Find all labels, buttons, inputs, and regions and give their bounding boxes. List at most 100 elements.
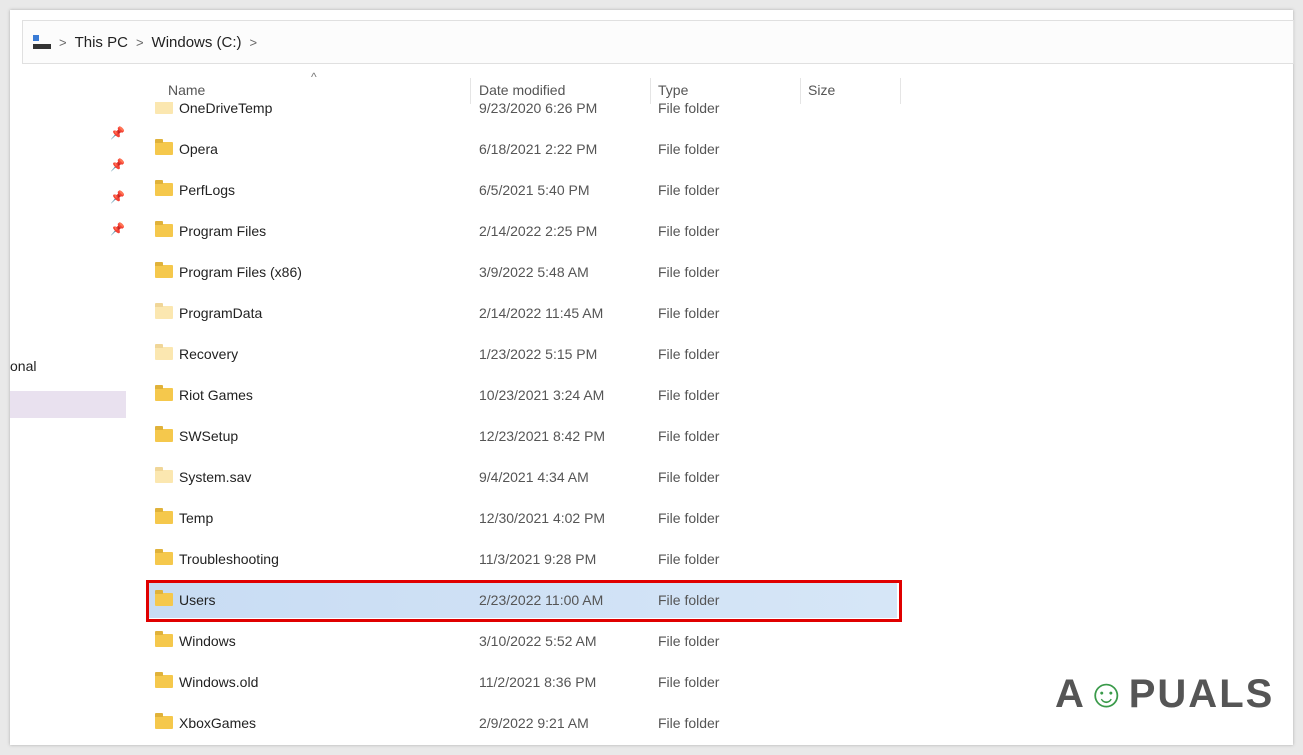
file-type: File folder [658,141,720,157]
folder-icon [155,344,173,360]
folder-icon [155,180,173,196]
highlight-box [146,580,902,622]
nav-item-partial[interactable]: onal [10,358,36,374]
folder-icon [155,262,173,278]
folder-icon [155,221,173,237]
file-name: XboxGames [179,715,257,731]
file-date: 12/30/2021 4:02 PM [479,510,606,526]
file-date: 11/2/2021 8:36 PM [479,674,597,690]
file-name: OneDriveTemp [179,102,273,116]
file-type: File folder [658,264,720,280]
chevron-right-icon: > [135,34,144,50]
file-row[interactable]: Windows.old 11/2/2021 8:36 PM File folde… [147,664,897,700]
file-row[interactable]: Troubleshooting 11/3/2021 9:28 PM File f… [147,541,897,577]
pin-icon: 📌 [110,158,125,172]
file-name: Program Files (x86) [179,264,302,280]
chevron-right-icon: > [59,34,67,50]
file-name: Troubleshooting [179,551,279,567]
file-name: Windows [179,633,236,649]
file-row[interactable]: Program Files (x86) 3/9/2022 5:48 AM Fil… [147,254,897,290]
folder-icon [155,713,173,729]
file-row[interactable]: Opera 6/18/2021 2:22 PM File folder [147,131,897,167]
file-row[interactable]: Temp 12/30/2021 4:02 PM File folder [147,500,897,536]
folder-icon [155,426,173,442]
file-date: 2/9/2022 9:21 AM [479,715,589,731]
file-type: File folder [658,346,720,362]
file-date: 2/14/2022 11:45 AM [479,305,604,321]
address-bar[interactable]: > This PC > Windows (C:) > [22,20,1294,64]
file-type: File folder [658,387,720,403]
file-date: 3/10/2022 5:52 AM [479,633,597,649]
folder-icon [155,385,173,401]
file-row[interactable]: SWSetup 12/23/2021 8:42 PM File folder [147,418,897,454]
file-date: 6/18/2021 2:22 PM [479,141,598,157]
file-name: PerfLogs [179,182,236,198]
file-type: File folder [658,715,720,731]
column-divider[interactable] [650,78,651,104]
file-row[interactable]: ProgramData 2/14/2022 11:45 AM File fold… [147,295,897,331]
sort-ascending-icon: ^ [311,70,317,84]
file-type: File folder [658,469,720,485]
file-name: SWSetup [179,428,239,444]
nav-item-selected[interactable] [10,391,126,418]
breadcrumb-this-pc[interactable]: This PC [75,34,128,51]
folder-icon [155,303,173,319]
file-name: Windows.old [179,674,259,690]
column-header-size[interactable]: Size [808,82,835,102]
pin-icon: 📌 [110,222,125,236]
file-date: 12/23/2021 8:42 PM [479,428,606,444]
file-date: 9/23/2020 6:26 PM [479,102,598,116]
folder-icon [155,102,173,114]
file-name: ProgramData [179,305,263,321]
pin-icon: 📌 [110,190,125,204]
file-type: File folder [658,551,720,567]
file-type: File folder [658,674,720,690]
column-header-name[interactable]: Name [168,82,205,102]
file-list: OneDriveTemp 9/23/2020 6:26 PM File fold… [140,102,1040,742]
file-row[interactable]: Riot Games 10/23/2021 3:24 AM File folde… [147,377,897,413]
file-type: File folder [658,182,720,198]
folder-icon [155,508,173,524]
file-row[interactable]: Windows 3/10/2022 5:52 AM File folder [147,623,897,659]
file-row[interactable]: PerfLogs 6/5/2021 5:40 PM File folder [147,172,897,208]
file-date: 2/14/2022 2:25 PM [479,223,598,239]
this-pc-icon [33,35,51,49]
file-name: Temp [179,510,214,526]
file-row[interactable]: OneDriveTemp 9/23/2020 6:26 PM File fold… [147,102,897,126]
file-date: 10/23/2021 3:24 AM [479,387,605,403]
breadcrumb-windows-c[interactable]: Windows (C:) [152,34,242,51]
file-date: 1/23/2022 5:15 PM [479,346,598,362]
chevron-right-icon[interactable]: > [250,35,258,50]
column-header-date[interactable]: Date modified [479,82,565,102]
column-divider[interactable] [900,78,901,104]
file-name: Program Files [179,223,267,239]
file-type: File folder [658,428,720,444]
file-name: Opera [179,141,218,157]
file-date: 9/4/2021 4:34 AM [479,469,589,485]
file-type: File folder [658,102,720,116]
file-name: Recovery [179,346,239,362]
file-type: File folder [658,633,720,649]
file-row[interactable]: Recovery 1/23/2022 5:15 PM File folder [147,336,897,372]
file-name: System.sav [179,469,252,485]
pin-icon: 📌 [110,126,125,140]
file-row[interactable]: System.sav 9/4/2021 4:34 AM File folder [147,459,897,495]
file-row[interactable]: Program Files 2/14/2022 2:25 PM File fol… [147,213,897,249]
file-type: File folder [658,510,720,526]
folder-icon [155,631,173,647]
folder-icon [155,549,173,565]
column-header-type[interactable]: Type [658,82,688,102]
file-type: File folder [658,223,720,239]
folder-icon [155,139,173,155]
file-row[interactable]: XboxGames 2/9/2022 9:21 AM File folder [147,705,897,741]
file-name: Riot Games [179,387,253,403]
file-date: 3/9/2022 5:48 AM [479,264,589,280]
appuals-watermark-logo: A☺PUALS [1055,672,1275,716]
column-divider[interactable] [800,78,801,104]
folder-icon [155,672,173,688]
file-date: 6/5/2021 5:40 PM [479,182,590,198]
column-divider[interactable] [470,78,471,104]
file-date: 11/3/2021 9:28 PM [479,551,597,567]
file-type: File folder [658,305,720,321]
folder-icon [155,467,173,483]
